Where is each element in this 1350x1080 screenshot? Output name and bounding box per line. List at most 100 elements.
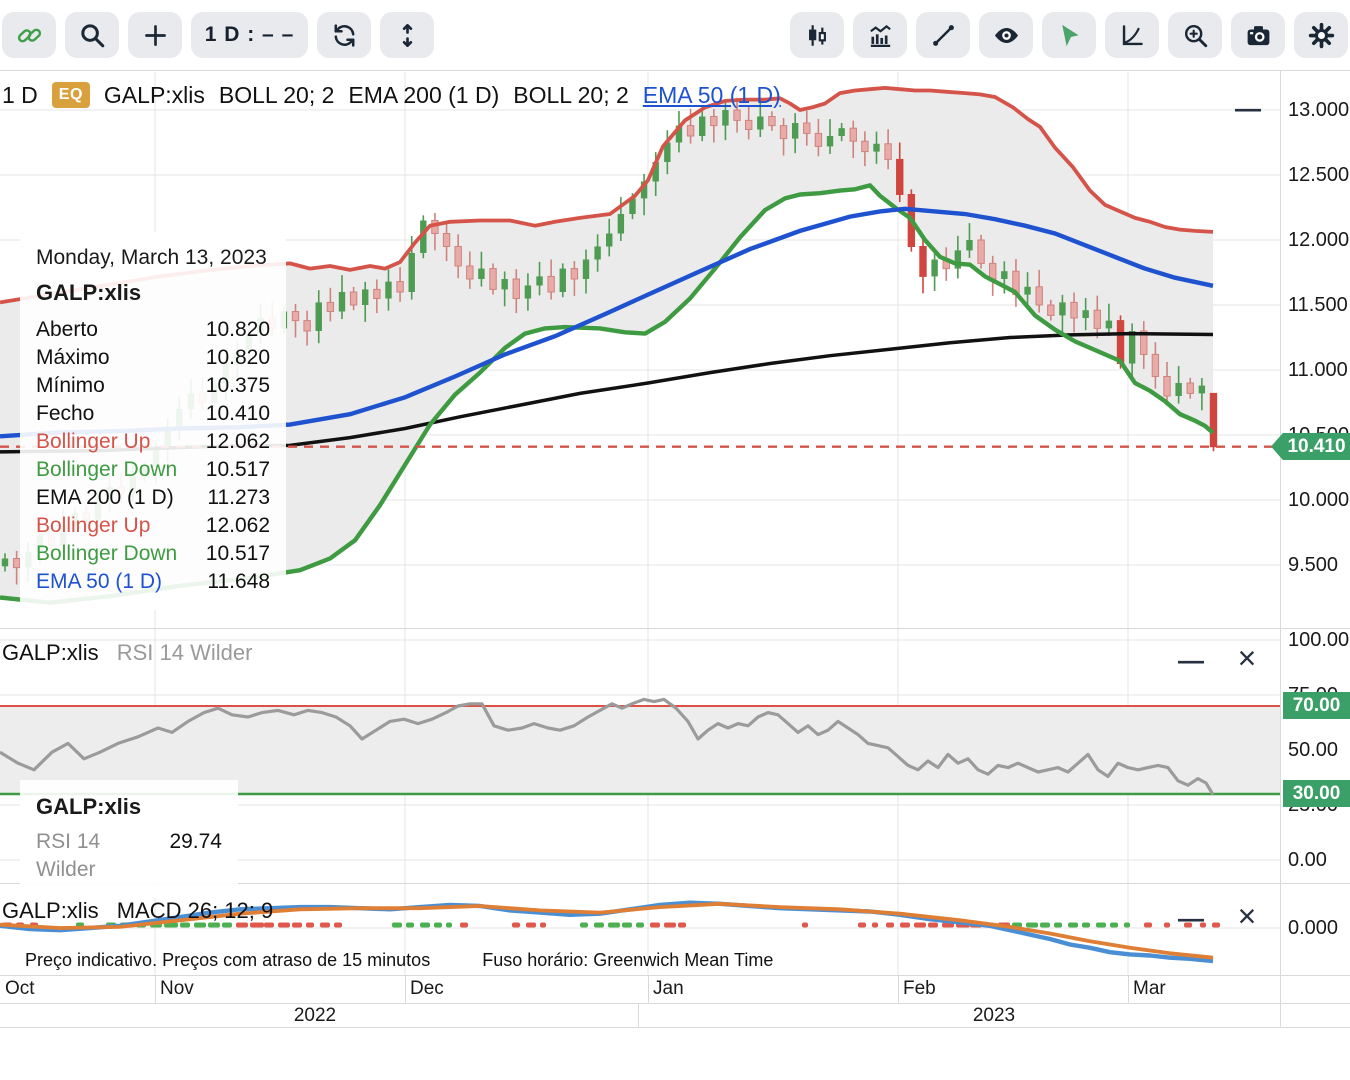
rsi-tooltip: GALP:xlis RSI 14 Wilder 29.74 <box>20 780 238 898</box>
legend-timeframe: 1 D <box>2 82 38 109</box>
price-axis-divider <box>1280 71 1281 1027</box>
rsi-tooltip-symbol: GALP:xlis <box>36 794 222 820</box>
refresh-icon <box>330 21 359 50</box>
rsi-axis-label: 100.00 <box>1288 628 1350 652</box>
macd-panel-header: GALP:xlis MACD 26; 12; 9 <box>2 898 273 924</box>
price-axis-label: 10.000 <box>1288 488 1350 512</box>
visibility-icon <box>992 21 1021 50</box>
xaxis-bottom-divider <box>0 1027 1350 1028</box>
tooltip-symbol: GALP:xlis <box>36 280 270 306</box>
toolbar: 1 D : – – <box>0 0 1350 70</box>
macd-close-button[interactable]: × <box>1232 903 1262 929</box>
zoom-in-icon <box>1181 21 1210 50</box>
month-label-mar: Mar <box>1133 978 1166 1000</box>
month-label-dec: Dec <box>410 978 444 1000</box>
settings-icon <box>1307 21 1336 50</box>
month-divider <box>898 975 899 1003</box>
macd-minimize-button[interactable]: — <box>1176 903 1206 934</box>
tooltip-row: EMA 200 (1 D)11.273 <box>36 484 270 512</box>
last-price-badge: 10.410 <box>1271 433 1350 460</box>
trading-chart-app: { "toolbar": { "timeframe_label": "1 D :… <box>0 0 1350 1080</box>
month-label-jan: Jan <box>653 978 684 1000</box>
price-tooltip: Monday, March 13, 2023 GALP:xlis Aberto1… <box>20 232 286 610</box>
legend-symbol[interactable]: GALP:xlis <box>104 82 205 109</box>
legend-indicator-1[interactable]: EMA 200 (1 D) <box>348 82 499 109</box>
eq-badge: EQ <box>52 82 90 108</box>
month-divider <box>1128 975 1129 1003</box>
snapshot-icon <box>1244 21 1273 50</box>
legend-indicator-2[interactable]: BOLL 20; 2 <box>513 82 629 109</box>
tooltip-row: Bollinger Up12.062 <box>36 428 270 456</box>
price-axis-label: 12.500 <box>1288 163 1350 187</box>
rsi-header-symbol[interactable]: GALP:xlis <box>2 640 99 665</box>
tooltip-rows: Aberto10.820Máximo10.820Mínimo10.375Fech… <box>36 316 270 596</box>
link-icon <box>15 21 44 50</box>
indicators-icon <box>866 21 895 50</box>
add-icon <box>141 21 170 50</box>
candlestick-style-icon <box>803 21 832 50</box>
tooltip-row: Máximo10.820 <box>36 344 270 372</box>
rsi-panel-header: GALP:xlis RSI 14 Wilder <box>2 640 252 666</box>
xaxis-mid-divider <box>0 1003 1350 1004</box>
month-divider <box>648 975 649 1003</box>
toolbar-expand-vertical-button[interactable] <box>380 12 434 58</box>
tooltip-row: Bollinger Down10.517 <box>36 456 270 484</box>
footer-timezone: Fuso horário: Greenwich Mean Time <box>482 950 773 970</box>
month-divider <box>405 975 406 1003</box>
toolbar-axis-scale-button[interactable] <box>1105 12 1159 58</box>
tooltip-row: EMA 50 (1 D)11.648 <box>36 568 270 596</box>
rsi-header-indicator[interactable]: RSI 14 Wilder <box>117 640 253 665</box>
month-label-oct: Oct <box>5 978 35 1000</box>
toolbar-snapshot-button[interactable] <box>1231 12 1285 58</box>
toolbar-candlestick-style-button[interactable] <box>790 12 844 58</box>
legend-indicator-3[interactable]: EMA 50 (1 D) <box>643 82 781 109</box>
toolbar-link-button[interactable] <box>2 12 56 58</box>
rsi-oversold-badge: 30.00 <box>1283 780 1350 807</box>
main-chart-minimize-button[interactable]: — <box>1233 93 1263 124</box>
toolbar-settings-button[interactable] <box>1294 12 1348 58</box>
toolbar-refresh-button[interactable] <box>317 12 371 58</box>
search-icon <box>78 21 107 50</box>
price-axis-label: 9.500 <box>1288 553 1350 577</box>
rsi-panel-divider <box>0 628 1350 629</box>
macd-header-indicator[interactable]: MACD 26; 12; 9 <box>117 898 274 923</box>
legend-indicator-0[interactable]: BOLL 20; 2 <box>219 82 335 109</box>
toolbar-trend-line-button[interactable] <box>916 12 970 58</box>
toolbar-visibility-button[interactable] <box>979 12 1033 58</box>
legend-indicators: BOLL 20; 2 EMA 200 (1 D) BOLL 20; 2 EMA 50 … <box>219 82 781 109</box>
rsi-minimize-button[interactable]: — <box>1176 645 1206 676</box>
rsi-tooltip-value: 29.74 <box>169 828 222 884</box>
xaxis-top-divider <box>0 975 1350 976</box>
price-axis-label: 11.500 <box>1288 293 1350 317</box>
toolbar-divider <box>0 70 1350 71</box>
toolbar-cursor-button[interactable] <box>1042 12 1096 58</box>
tooltip-row: Bollinger Up12.062 <box>36 512 270 540</box>
toolbar-right-group <box>790 12 1348 58</box>
toolbar-zoom-in-button[interactable] <box>1168 12 1222 58</box>
toolbar-indicators-button[interactable] <box>853 12 907 58</box>
price-axis-label: 11.000 <box>1288 358 1350 382</box>
macd-zero-label: 0.000 <box>1288 916 1350 940</box>
cursor-icon <box>1055 21 1084 50</box>
rsi-close-button[interactable]: × <box>1232 645 1262 671</box>
tooltip-row: Aberto10.820 <box>36 316 270 344</box>
toolbar-timeframe-button[interactable]: 1 D : – – <box>191 12 308 58</box>
expand-vertical-icon <box>393 21 422 50</box>
footer-price-note: Preço indicativo. Preços com atraso de 1… <box>25 950 430 970</box>
tooltip-date: Monday, March 13, 2023 <box>36 246 270 270</box>
footer-disclaimer: Preço indicativo. Preços com atraso de 1… <box>25 950 773 971</box>
price-axis-label: 12.000 <box>1288 228 1350 252</box>
toolbar-left-group: 1 D : – – <box>2 12 434 58</box>
trend-line-icon <box>929 21 958 50</box>
year-label-2023: 2023 <box>949 1005 1039 1027</box>
toolbar-add-button[interactable] <box>128 12 182 58</box>
price-axis-label: 13.000 <box>1288 98 1350 122</box>
month-label-nov: Nov <box>160 978 194 1000</box>
year-label-2022: 2022 <box>270 1005 360 1027</box>
toolbar-search-button[interactable] <box>65 12 119 58</box>
rsi-axis-label: 0.00 <box>1288 848 1350 872</box>
rsi-tooltip-label: RSI 14 Wilder <box>36 828 159 884</box>
rsi-axis-label: 50.00 <box>1288 738 1350 762</box>
chart-legend: 1 D EQ GALP:xlis BOLL 20; 2 EMA 200 (1 D)… <box>2 82 781 108</box>
macd-header-symbol[interactable]: GALP:xlis <box>2 898 99 923</box>
